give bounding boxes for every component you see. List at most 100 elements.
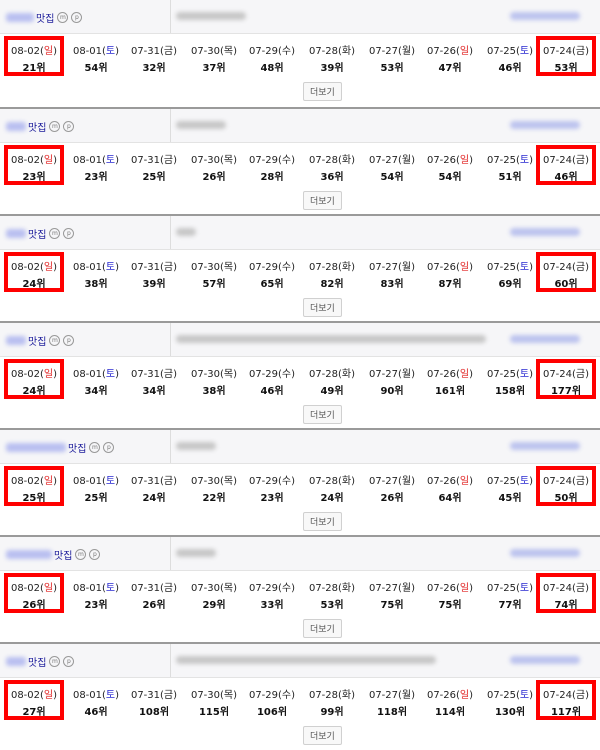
rank-list: 맛집 m p 08-02(일) 21위 08-01(토) 54위 07-31(금) 32위 07-… bbox=[0, 0, 600, 749]
weekday: 일 bbox=[459, 476, 470, 487]
place-name[interactable]: 맛집 m p bbox=[6, 654, 75, 669]
weekday: 토 bbox=[105, 476, 116, 487]
header-divider bbox=[170, 644, 171, 677]
mobile-badge-icon: m bbox=[89, 442, 101, 453]
date-md: 08-02 bbox=[10, 476, 41, 487]
highlighted-day-cell: 08-02(일) 24위 bbox=[4, 252, 64, 292]
place-name[interactable]: 맛집 m p bbox=[6, 547, 101, 562]
redacted-url-blur bbox=[176, 121, 226, 129]
day-date: 07-31(금) bbox=[130, 46, 178, 57]
day-cell: 07-31(금) 24위 bbox=[124, 466, 184, 506]
rank-value: 69위 bbox=[498, 279, 522, 290]
place-name[interactable]: 맛집 m p bbox=[6, 119, 75, 134]
header-divider bbox=[170, 0, 171, 33]
redacted-url-blur bbox=[176, 549, 216, 557]
weekday: 수 bbox=[281, 155, 292, 166]
day-cell: 07-28(화) 82위 bbox=[302, 252, 362, 292]
rank-value: 74위 bbox=[554, 600, 578, 611]
day-date: 07-29(수) bbox=[248, 690, 296, 701]
date-md: 07-25 bbox=[486, 476, 517, 487]
day-date: 07-27(월) bbox=[368, 690, 416, 701]
weekday: 토 bbox=[519, 690, 530, 701]
day-cell: 07-30(목) 22위 bbox=[184, 466, 244, 506]
daily-ranks: 08-02(일) 26위 08-01(토) 23위 07-31(금) 26위 07-30(목… bbox=[0, 573, 600, 613]
redacted-url-blur bbox=[176, 335, 486, 343]
weekday: 토 bbox=[519, 476, 530, 487]
day-cell: 07-29(수) 46위 bbox=[242, 359, 302, 399]
rank-value: 53위 bbox=[320, 600, 344, 611]
date-md: 08-02 bbox=[10, 155, 41, 166]
date-md: 07-30 bbox=[190, 262, 221, 273]
place-name[interactable]: 맛집 m p bbox=[6, 226, 75, 241]
day-cell: 07-25(토) 45위 bbox=[480, 466, 540, 506]
weekday: 일 bbox=[43, 476, 54, 487]
rank-value: 23위 bbox=[260, 493, 284, 504]
place-name[interactable]: 맛집 m p bbox=[6, 440, 115, 455]
place-name-label: 맛집 bbox=[54, 551, 73, 562]
weekday: 토 bbox=[519, 369, 530, 380]
date-md: 07-24 bbox=[542, 476, 573, 487]
weekday: 수 bbox=[281, 369, 292, 380]
rank-value: 65위 bbox=[260, 279, 284, 290]
redacted-keyword-blur bbox=[510, 549, 580, 557]
date-md: 07-25 bbox=[486, 583, 517, 594]
more-button[interactable]: 더보기 bbox=[303, 298, 342, 317]
weekday: 목 bbox=[223, 46, 234, 57]
more-button[interactable]: 더보기 bbox=[303, 512, 342, 531]
place-name[interactable]: 맛집 m p bbox=[6, 10, 83, 25]
weekday: 일 bbox=[43, 690, 54, 701]
more-button[interactable]: 더보기 bbox=[303, 191, 342, 210]
weekday: 토 bbox=[105, 262, 116, 273]
date-md: 07-28 bbox=[308, 155, 339, 166]
weekday: 금 bbox=[163, 46, 174, 57]
place-name[interactable]: 맛집 m p bbox=[6, 333, 75, 348]
day-date: 07-30(목) bbox=[190, 583, 238, 594]
weekday: 금 bbox=[575, 583, 586, 594]
date-md: 08-01 bbox=[72, 690, 103, 701]
rank-value: 75위 bbox=[438, 600, 462, 611]
more-button[interactable]: 더보기 bbox=[303, 405, 342, 424]
weekday: 금 bbox=[575, 155, 586, 166]
day-cell: 07-31(금) 32위 bbox=[124, 36, 184, 76]
date-md: 07-31 bbox=[130, 369, 161, 380]
day-cell: 07-28(화) 39위 bbox=[302, 36, 362, 76]
weekday: 일 bbox=[459, 46, 470, 57]
day-cell: 07-28(화) 36위 bbox=[302, 145, 362, 185]
rank-value: 34위 bbox=[142, 386, 166, 397]
redacted-name-blur bbox=[6, 13, 34, 22]
rank-value: 46위 bbox=[498, 63, 522, 74]
weekday: 목 bbox=[223, 155, 234, 166]
rank-card: 맛집 m p 08-02(일) 21위 08-01(토) 54위 07-31(금) 32위 07-… bbox=[0, 0, 600, 107]
rank-card: 맛집 m p 08-02(일) 25위 08-01(토) 25위 07-31(금) 24위 07-… bbox=[0, 428, 600, 535]
day-date: 07-25(토) bbox=[486, 369, 534, 380]
card-header: 맛집 m p bbox=[0, 430, 600, 464]
date-md: 07-27 bbox=[368, 476, 399, 487]
day-cell: 07-27(월) 75위 bbox=[362, 573, 422, 613]
redacted-url-blur bbox=[176, 228, 196, 236]
rank-value: 26위 bbox=[142, 600, 166, 611]
rank-card: 맛집 m p 08-02(일) 23위 08-01(토) 23위 07-31(금) 25위 07-… bbox=[0, 107, 600, 214]
weekday: 월 bbox=[401, 690, 412, 701]
day-date: 07-28(화) bbox=[308, 262, 356, 273]
weekday: 토 bbox=[105, 369, 116, 380]
day-date: 07-30(목) bbox=[190, 690, 238, 701]
more-button[interactable]: 더보기 bbox=[303, 619, 342, 638]
more-button[interactable]: 더보기 bbox=[303, 726, 342, 745]
date-md: 07-25 bbox=[486, 690, 517, 701]
date-md: 08-01 bbox=[72, 369, 103, 380]
date-md: 07-26 bbox=[426, 583, 457, 594]
place-name-label: 맛집 bbox=[28, 658, 47, 669]
weekday: 화 bbox=[341, 583, 352, 594]
day-date: 07-27(월) bbox=[368, 155, 416, 166]
date-md: 07-29 bbox=[248, 155, 279, 166]
more-button[interactable]: 더보기 bbox=[303, 82, 342, 101]
day-cell: 07-29(수) 65위 bbox=[242, 252, 302, 292]
rank-value: 25위 bbox=[84, 493, 108, 504]
weekday: 토 bbox=[105, 583, 116, 594]
day-cell: 07-25(토) 69위 bbox=[480, 252, 540, 292]
date-md: 07-26 bbox=[426, 369, 457, 380]
weekday: 화 bbox=[341, 262, 352, 273]
day-date: 07-27(월) bbox=[368, 583, 416, 594]
weekday: 화 bbox=[341, 690, 352, 701]
day-cell: 08-01(토) 46위 bbox=[66, 680, 126, 720]
